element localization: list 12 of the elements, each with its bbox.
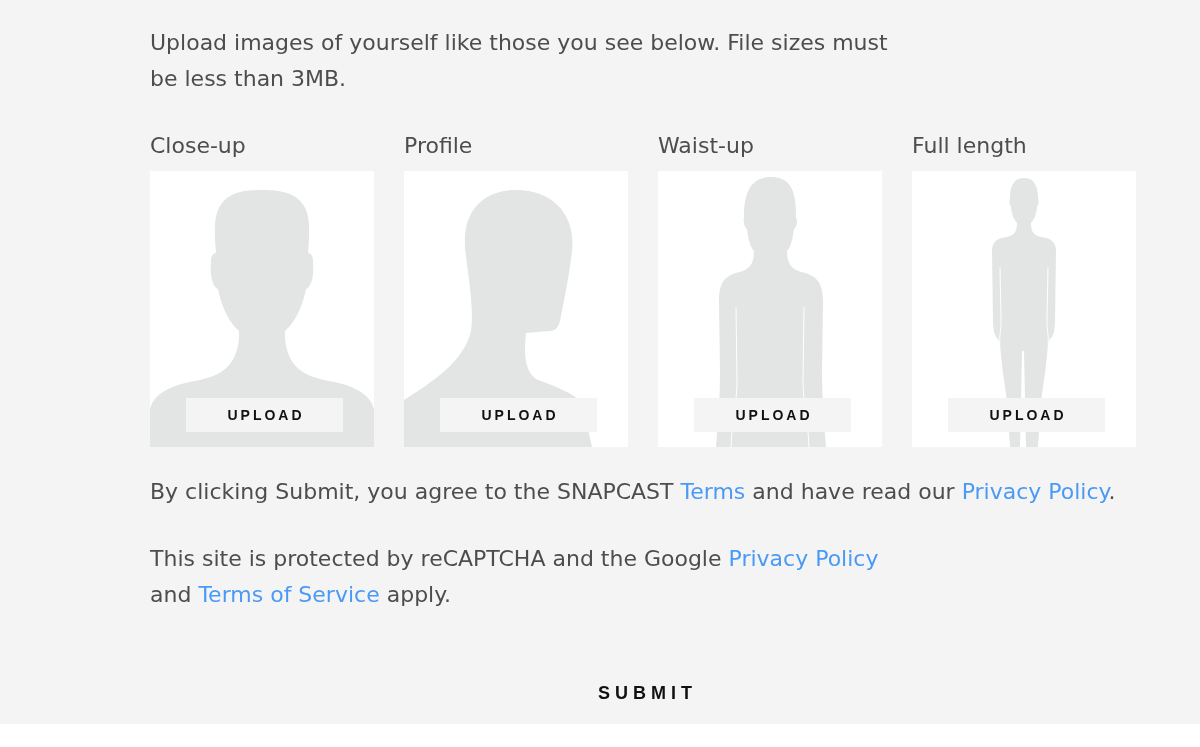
slot-label: Profile xyxy=(404,132,473,160)
slot-label: Waist-up xyxy=(658,132,754,160)
submit-button[interactable]: SUBMIT xyxy=(590,673,700,713)
slot-label: Close-up xyxy=(150,132,246,160)
consent-text: By clicking Submit, you agree to the SNAPCAST Terms and have read our Privacy Policy. xyxy=(150,478,1117,506)
instructions-text: Upload images of yourself like those you see below. File sizes must be less than 3MB. xyxy=(150,29,889,93)
upload-button[interactable]: UPLOAD xyxy=(694,398,851,432)
upload-button[interactable]: UPLOAD xyxy=(186,398,343,432)
upload-button[interactable]: UPLOAD xyxy=(440,398,597,432)
recaptcha-text: This site is protected by reCAPTCHA and the Google Privacy Policy and Terms of Service apply. xyxy=(150,545,880,609)
slot-label: Full length xyxy=(912,132,1027,160)
upload-button[interactable]: UPLOAD xyxy=(948,398,1105,432)
